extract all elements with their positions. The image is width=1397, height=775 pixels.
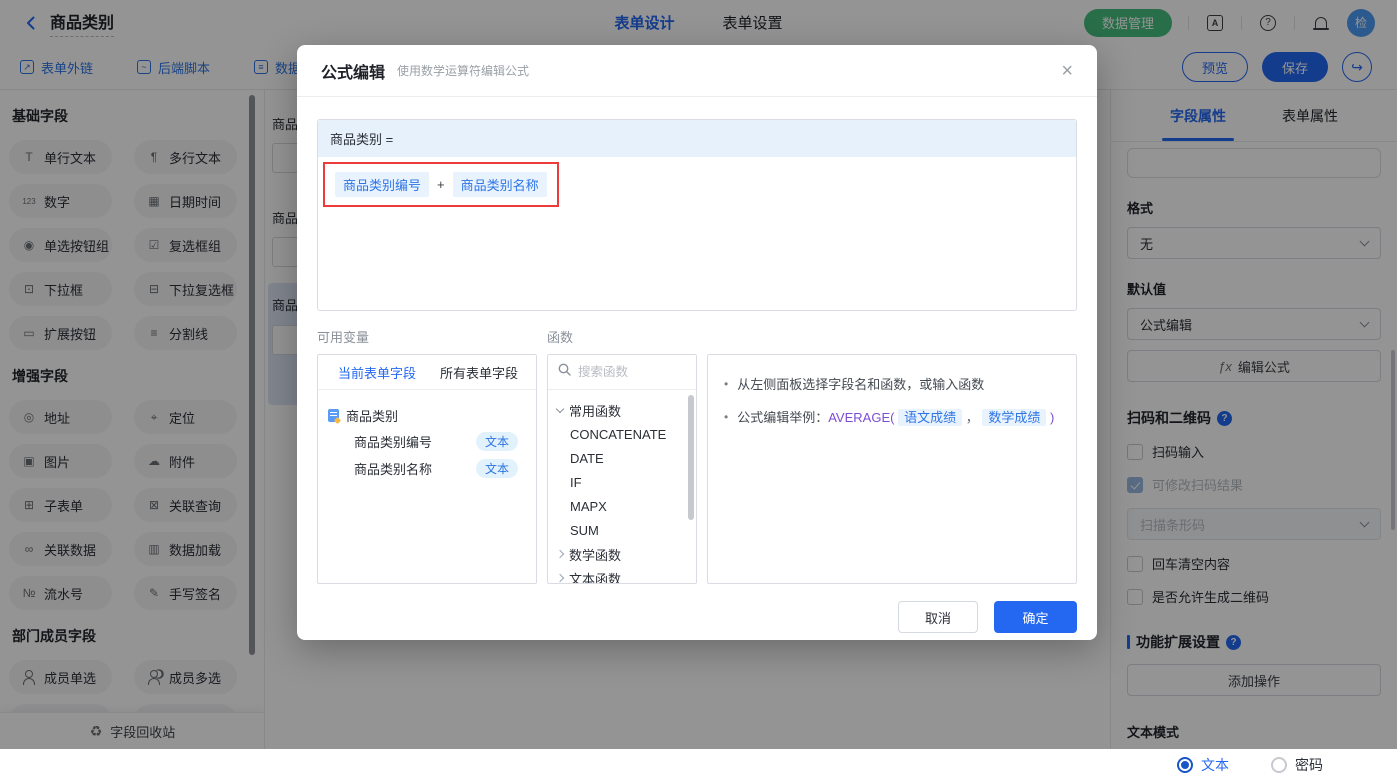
function-item[interactable]: DATE bbox=[548, 446, 696, 470]
function-group-math[interactable]: 数学函数 bbox=[548, 542, 696, 566]
formula-operator: + bbox=[437, 177, 445, 192]
chevron-down-icon bbox=[555, 404, 565, 413]
form-designer-app: 商品类别 表单设计 表单设置 数据管理 A ? 检 ↗表单外链 ~后端脚本 ≡数… bbox=[0, 0, 1397, 773]
function-item[interactable]: IF bbox=[548, 470, 696, 494]
bullet-icon: • bbox=[724, 377, 729, 391]
example-function: AVERAGE( bbox=[828, 409, 895, 425]
variables-panel: 当前表单字段 所有表单字段 商品类别 商品类别编号 文本 商品类别名称 文本 bbox=[317, 354, 537, 584]
example-field-chip: 数学成绩 bbox=[982, 408, 1047, 426]
tip-example: 公式编辑举例：AVERAGE( 语文成绩 ， 数学成绩 ) bbox=[737, 408, 1055, 426]
chevron-right-icon bbox=[555, 573, 565, 583]
field-type-badge: 文本 bbox=[475, 459, 518, 478]
radio-password[interactable]: 密码 bbox=[1271, 755, 1323, 775]
formula-editor-modal: 公式编辑 使用数学运算符编辑公式 × 商品类别 = 商品类别编号 + 商品类别名… bbox=[297, 45, 1097, 640]
functions-panel: 常用函数 CONCATENATE DATE IF MAPX SUM 数学函数 文… bbox=[547, 354, 697, 584]
tree-node-field[interactable]: 商品类别编号 文本 bbox=[328, 428, 526, 455]
modal-subtitle: 使用数学运算符编辑公式 bbox=[397, 64, 530, 78]
example-field-chip: 语文成绩 bbox=[898, 408, 963, 426]
field-type-badge: 文本 bbox=[475, 432, 518, 451]
modal-title: 公式编辑 bbox=[321, 64, 386, 82]
function-item[interactable]: SUM bbox=[548, 518, 696, 542]
tab-current-form-fields[interactable]: 当前表单字段 bbox=[338, 363, 416, 382]
bullet-icon: • bbox=[724, 409, 729, 424]
formula-target: 商品类别 = bbox=[318, 120, 1076, 157]
tree-node-form[interactable]: 商品类别 bbox=[328, 402, 526, 428]
formula-token-field[interactable]: 商品类别编号 bbox=[335, 172, 430, 197]
tips-panel: • 从左侧面板选择字段名和函数，或输入函数 • 公式编辑举例：AVERAGE( 语… bbox=[707, 354, 1077, 584]
function-item[interactable]: CONCATENATE bbox=[548, 422, 696, 446]
tree-node-field[interactable]: 商品类别名称 文本 bbox=[328, 455, 526, 482]
radio-selected-icon bbox=[1177, 757, 1193, 773]
formula-input-area[interactable]: 商品类别编号 + 商品类别名称 bbox=[318, 157, 1076, 310]
confirm-button[interactable]: 确定 bbox=[994, 601, 1077, 633]
formula-editor-box: 商品类别 = 商品类别编号 + 商品类别名称 bbox=[317, 119, 1077, 311]
function-group-common[interactable]: 常用函数 bbox=[548, 398, 696, 422]
function-list-scrollbar[interactable] bbox=[688, 395, 694, 520]
radio-icon bbox=[1271, 757, 1287, 773]
function-group-text[interactable]: 文本函数 bbox=[548, 566, 696, 583]
chevron-right-icon bbox=[555, 549, 565, 559]
function-item[interactable]: MAPX bbox=[548, 494, 696, 518]
annotation-highlight: 商品类别编号 + 商品类别名称 bbox=[323, 162, 559, 207]
variables-label: 可用变量 bbox=[317, 330, 370, 345]
close-icon[interactable]: × bbox=[1061, 61, 1073, 81]
formula-token-field[interactable]: 商品类别名称 bbox=[452, 172, 547, 197]
function-search-input[interactable] bbox=[578, 365, 686, 379]
search-icon bbox=[558, 363, 571, 381]
tab-all-form-fields[interactable]: 所有表单字段 bbox=[440, 363, 518, 382]
tip-text: 从左侧面板选择字段名和函数，或输入函数 bbox=[737, 377, 985, 392]
radio-text[interactable]: 文本 bbox=[1177, 755, 1229, 775]
form-file-icon bbox=[328, 408, 339, 422]
cancel-button[interactable]: 取消 bbox=[898, 601, 978, 633]
functions-label: 函数 bbox=[547, 330, 574, 345]
